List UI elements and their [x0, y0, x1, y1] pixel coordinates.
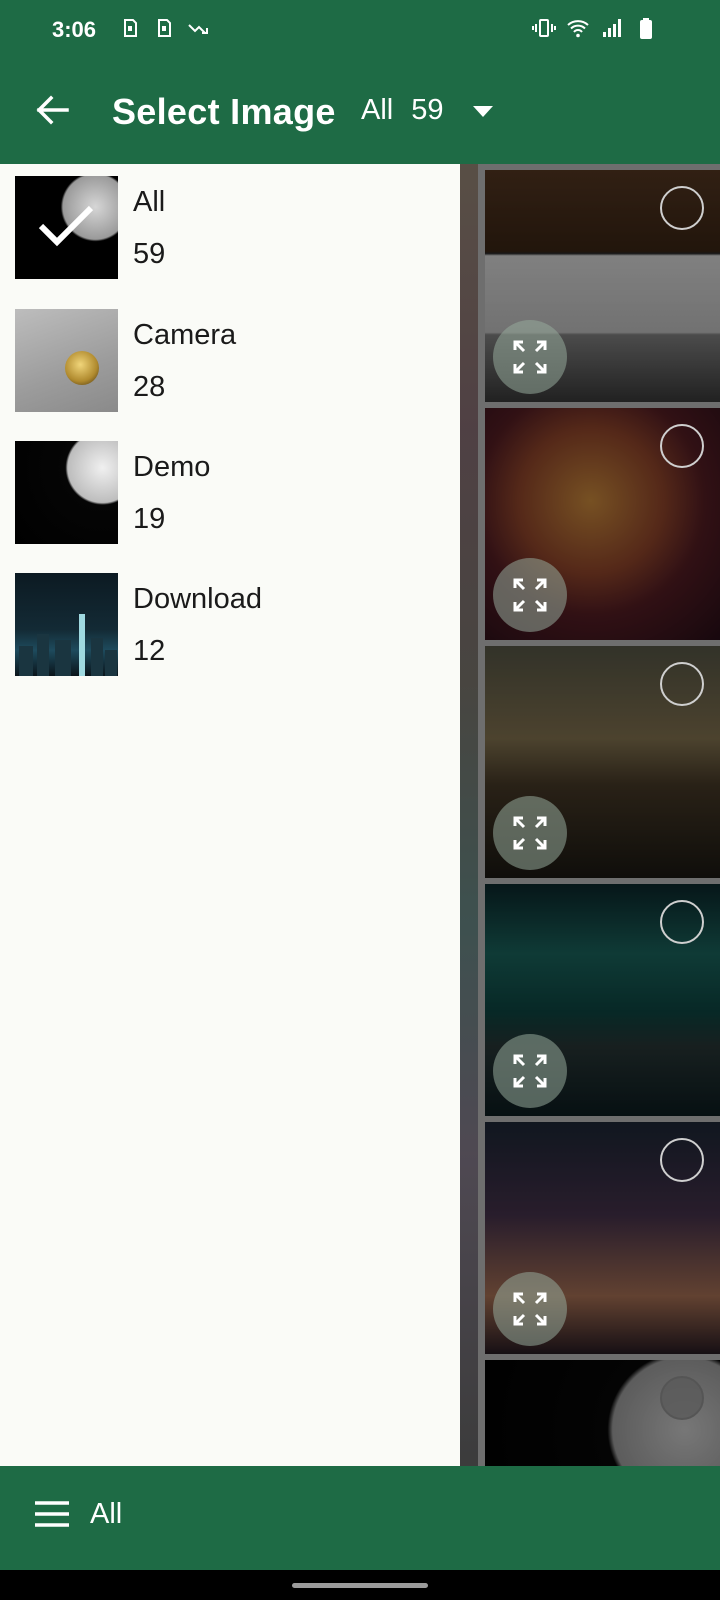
select-circle-icon[interactable]	[660, 900, 704, 944]
thumbnail-subject	[65, 351, 99, 385]
select-circle-icon[interactable]	[660, 1376, 704, 1420]
bottom-bar: All	[0, 1466, 720, 1570]
photo-grid	[460, 164, 720, 1466]
wifi-icon	[567, 20, 589, 38]
expand-icon-glyph	[513, 340, 547, 374]
system-nav-bar	[0, 1570, 720, 1600]
photo-tile[interactable]	[485, 1360, 720, 1466]
checkmark-icon	[38, 205, 94, 247]
signal-icon	[603, 19, 621, 37]
expand-icon-glyph	[513, 578, 547, 612]
caret-down-icon	[472, 105, 493, 117]
status-bar: 3:06	[0, 0, 720, 62]
album-drawer: All 59 Camera 28 Demo 19 Download 12	[0, 164, 460, 1466]
home-gesture-handle[interactable]	[292, 1583, 428, 1588]
hamburger-menu-icon[interactable]	[34, 1500, 70, 1528]
photo-tile[interactable]	[485, 646, 720, 878]
thumbnail-building	[91, 638, 103, 676]
album-selector-label[interactable]: All	[90, 1498, 122, 1531]
status-icons-right	[532, 16, 658, 40]
sim-icon	[124, 19, 137, 37]
album-name: All	[133, 186, 166, 218]
album-item-camera[interactable]: Camera 28	[15, 309, 445, 413]
status-icons-left	[118, 16, 210, 40]
content-area: All 59 Camera 28 Demo 19 Download 12	[0, 164, 720, 1466]
thumbnail-building	[105, 650, 117, 676]
filter-label: All	[361, 94, 394, 126]
grid-left-column-edge	[460, 164, 478, 1466]
status-time: 3:06	[52, 17, 97, 42]
album-thumbnail	[15, 176, 118, 279]
album-item-all[interactable]: All 59	[15, 176, 445, 280]
select-circle-icon[interactable]	[660, 424, 704, 468]
album-name: Demo	[133, 451, 211, 483]
album-filter-dropdown[interactable]: All 59	[361, 94, 494, 127]
vibrate-icon	[532, 19, 556, 37]
album-item-download[interactable]: Download 12	[15, 573, 445, 677]
data-trend-icon	[188, 24, 208, 34]
app-bar: Select Image All 59	[0, 62, 720, 164]
expand-icon[interactable]	[493, 558, 567, 632]
photo-tile[interactable]	[485, 408, 720, 640]
thumbnail-building	[19, 646, 33, 676]
thumbnail-tower	[79, 614, 85, 676]
expand-icon[interactable]	[493, 1272, 567, 1346]
expand-icon[interactable]	[493, 320, 567, 394]
album-name: Camera	[133, 319, 237, 351]
album-name: Download	[133, 583, 262, 615]
expand-icon[interactable]	[493, 1034, 567, 1108]
select-circle-icon[interactable]	[660, 186, 704, 230]
battery-icon	[640, 18, 652, 39]
photo-tile[interactable]	[485, 884, 720, 1116]
album-count: 59	[133, 238, 166, 270]
filter-count: 59	[411, 94, 444, 126]
select-circle-icon[interactable]	[660, 1138, 704, 1182]
photo-tile[interactable]	[485, 170, 720, 402]
album-item-demo[interactable]: Demo 19	[15, 441, 445, 545]
album-count: 19	[133, 503, 166, 535]
page-title: Select Image	[112, 91, 336, 132]
thumbnail-building	[55, 640, 71, 676]
back-button[interactable]	[30, 88, 74, 132]
expand-icon-glyph	[513, 1054, 547, 1088]
expand-icon-glyph	[513, 1292, 547, 1326]
expand-icon-glyph	[513, 816, 547, 850]
select-circle-icon[interactable]	[660, 662, 704, 706]
arrow-left-icon	[36, 95, 69, 125]
photo-tile[interactable]	[485, 1122, 720, 1354]
expand-icon[interactable]	[493, 796, 567, 870]
album-thumbnail	[15, 441, 118, 544]
album-count: 12	[133, 635, 166, 667]
thumbnail-building	[37, 634, 49, 676]
album-count: 28	[133, 371, 166, 403]
sim-icon	[158, 19, 171, 37]
album-thumbnail	[15, 573, 118, 676]
album-thumbnail	[15, 309, 118, 412]
